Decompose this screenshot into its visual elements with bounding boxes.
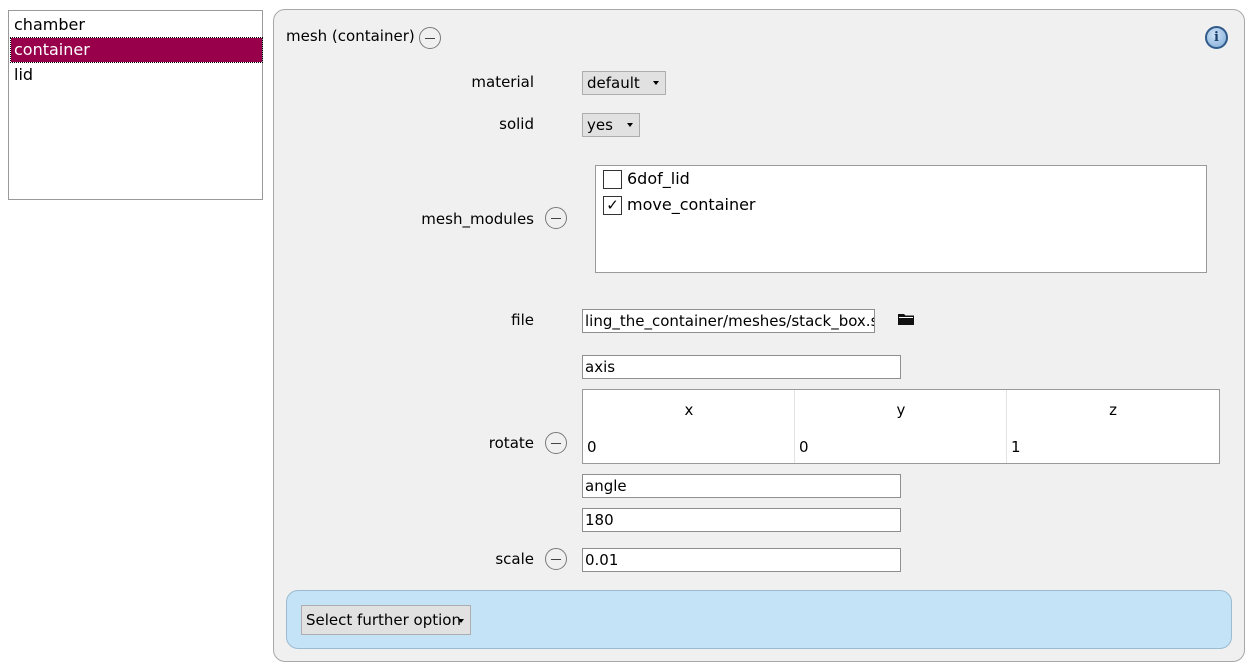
checkbox-move-container[interactable]: ✓ bbox=[603, 196, 622, 215]
list-item-chamber[interactable]: chamber bbox=[11, 13, 262, 37]
angle-label-field[interactable]: angle bbox=[582, 474, 901, 498]
remove-rotate-button[interactable] bbox=[545, 432, 567, 454]
column-header-x: x bbox=[684, 401, 694, 419]
solid-dropdown[interactable]: yes bbox=[582, 113, 640, 137]
axis-table: x y z 0 0 1 bbox=[582, 389, 1220, 464]
file-label: file bbox=[511, 311, 534, 329]
remove-scale-button[interactable] bbox=[545, 548, 567, 570]
material-label: material bbox=[471, 73, 534, 91]
remove-mesh-button[interactable] bbox=[419, 27, 441, 49]
select-further-option-dropdown[interactable]: Select further option bbox=[301, 605, 471, 635]
mesh-settings-panel: mesh (container) i material default soli… bbox=[273, 9, 1245, 662]
list-item-lid[interactable]: lid bbox=[11, 63, 262, 87]
checkbox-6dof-lid[interactable] bbox=[603, 170, 622, 189]
chevron-down-icon bbox=[627, 123, 633, 127]
module-label: move_container bbox=[627, 195, 756, 214]
module-label: 6dof_lid bbox=[627, 169, 690, 188]
mesh-modules-list[interactable]: 6dof_lid ✓ move_container bbox=[595, 165, 1207, 273]
further-option-label: Select further option bbox=[306, 611, 461, 629]
angle-value-field[interactable]: 180 bbox=[582, 508, 901, 532]
solid-label: solid bbox=[499, 115, 534, 133]
solid-value: yes bbox=[587, 116, 613, 134]
axis-x-cell[interactable]: 0 bbox=[583, 434, 794, 460]
info-icon[interactable]: i bbox=[1205, 26, 1228, 49]
folder-icon[interactable] bbox=[898, 313, 914, 325]
chevron-down-icon bbox=[458, 619, 464, 623]
object-list[interactable]: chamber container lid bbox=[8, 10, 263, 200]
column-header-z: z bbox=[1109, 401, 1117, 419]
mesh-modules-label: mesh_modules bbox=[421, 210, 534, 228]
scale-label: scale bbox=[495, 550, 534, 568]
column-header-y: y bbox=[896, 401, 906, 419]
material-value: default bbox=[587, 74, 640, 92]
panel-title: mesh (container) bbox=[286, 27, 415, 45]
axis-y-cell[interactable]: 0 bbox=[795, 434, 1006, 460]
axis-z-cell[interactable]: 1 bbox=[1007, 434, 1218, 460]
remove-mesh-modules-button[interactable] bbox=[545, 207, 567, 229]
rotate-label: rotate bbox=[488, 434, 534, 452]
further-option-panel: Select further option bbox=[286, 590, 1232, 649]
chevron-down-icon bbox=[653, 81, 659, 85]
scale-field[interactable]: 0.01 bbox=[582, 548, 901, 572]
list-item-container[interactable]: container bbox=[10, 37, 263, 63]
material-dropdown[interactable]: default bbox=[582, 71, 666, 95]
file-path-field[interactable]: ling_the_container/meshes/stack_box.stl bbox=[582, 309, 875, 333]
axis-field[interactable]: axis bbox=[582, 355, 901, 379]
